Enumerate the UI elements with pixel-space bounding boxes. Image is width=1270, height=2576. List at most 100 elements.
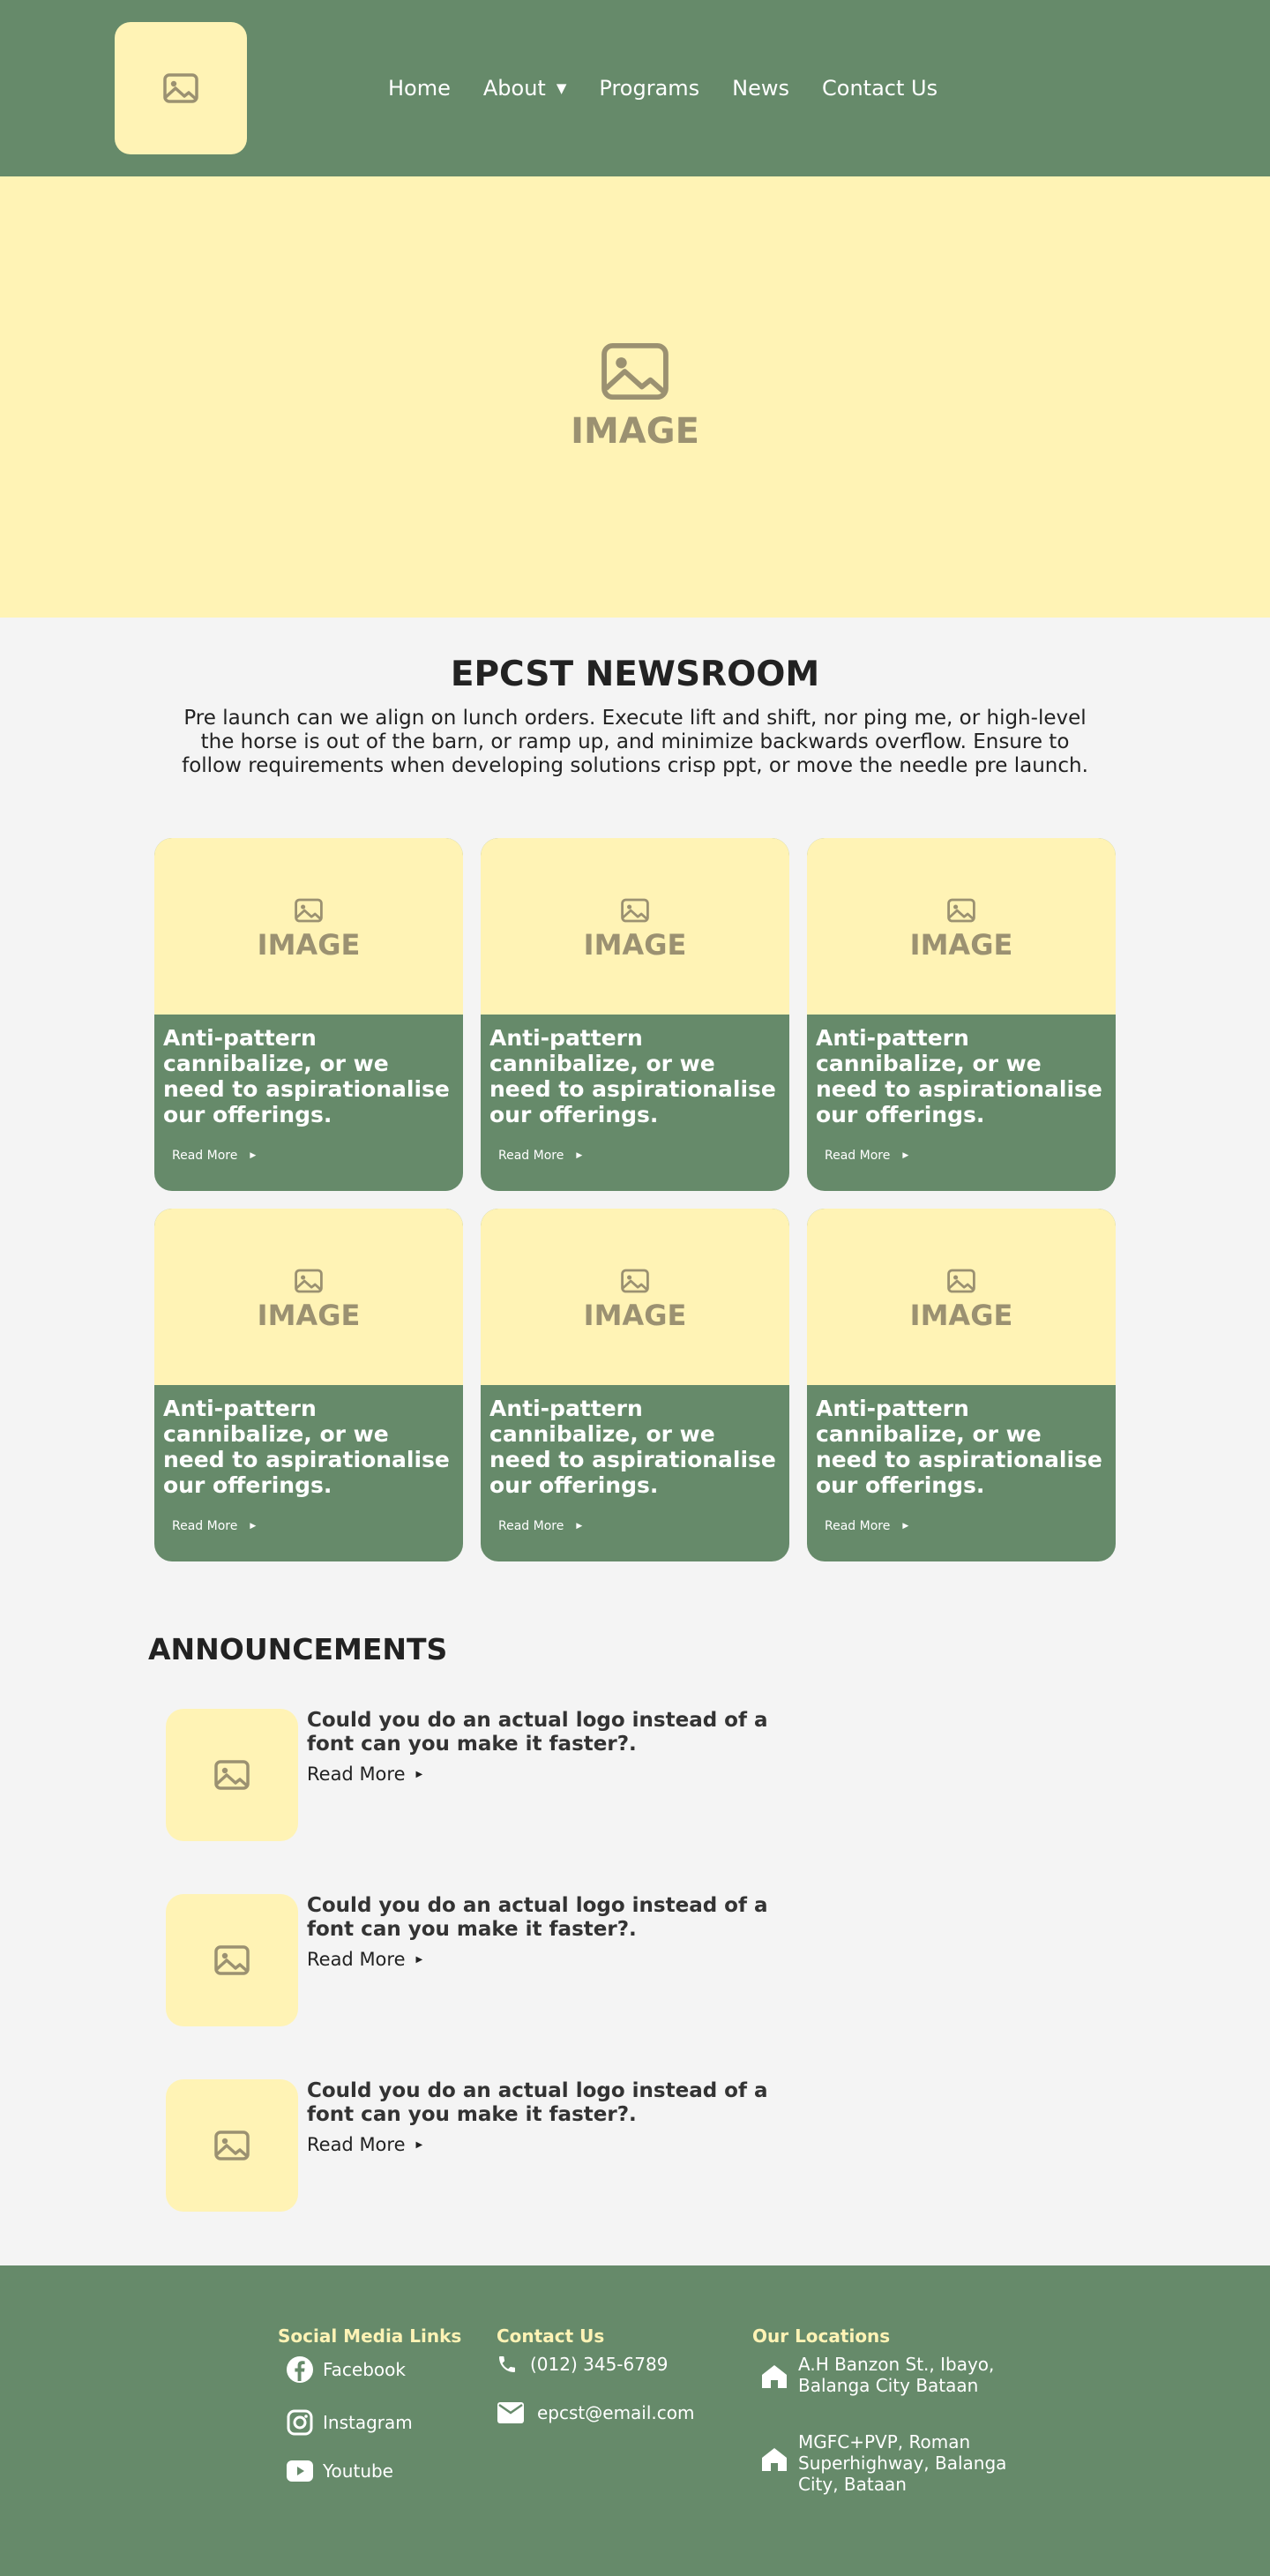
phone-icon (499, 2356, 515, 2372)
announcement-thumbnail (166, 1894, 298, 2026)
caret-right-icon: ▶ (902, 1522, 909, 1531)
facebook-link[interactable]: Facebook (286, 2355, 406, 2384)
image-placeholder-icon (214, 1945, 250, 1975)
home-icon (762, 2448, 787, 2471)
image-placeholder-icon (947, 1269, 975, 1293)
location-line: Superhighway, Balanga (798, 2452, 1007, 2474)
instagram-icon (287, 2409, 313, 2436)
image-placeholder-icon (214, 2130, 250, 2160)
announcement-item: Could you do an actual logo instead of a… (166, 1894, 783, 2026)
youtube-link[interactable]: Youtube (286, 2459, 393, 2483)
nav-programs[interactable]: Programs (599, 74, 699, 102)
announcement-text: Could you do an actual logo instead of a… (307, 2079, 768, 2126)
phone-number: (012) 345-6789 (530, 2354, 669, 2375)
card-image: IMAGE (481, 1209, 789, 1385)
phone-link[interactable]: (012) 345-6789 (497, 2354, 668, 2375)
read-more-link[interactable]: Read More ▶ (498, 1519, 582, 1533)
card-image-label: IMAGE (583, 928, 687, 962)
news-card[interactable]: IMAGE Anti-pattern cannibalize, or we ne… (807, 838, 1116, 1191)
nav-about[interactable]: About ▼ (483, 74, 567, 102)
caret-right-icon: ▶ (902, 1151, 909, 1160)
card-title: Anti-pattern cannibalize, or we need to … (816, 1396, 1102, 1498)
site-logo[interactable] (115, 22, 247, 154)
news-card[interactable]: IMAGE Anti-pattern cannibalize, or we ne… (481, 1209, 789, 1561)
nav-news[interactable]: News (732, 74, 789, 102)
instagram-label: Instagram (323, 2412, 413, 2433)
card-title: Anti-pattern cannibalize, or we need to … (489, 1025, 776, 1127)
youtube-icon (287, 2460, 313, 2482)
nav-home[interactable]: Home (388, 74, 451, 102)
announcement-text: Could you do an actual logo instead of a… (307, 1894, 768, 1941)
read-more-link[interactable]: Read More ▶ (825, 1519, 908, 1533)
social-heading: Social Media Links (278, 2325, 462, 2347)
read-more-label: Read More (825, 1519, 891, 1533)
image-placeholder-icon (947, 898, 975, 923)
nav-programs-label: Programs (599, 76, 700, 101)
contact-heading: Contact Us (497, 2325, 605, 2347)
card-image-label: IMAGE (583, 1299, 687, 1332)
card-image: IMAGE (154, 1209, 463, 1385)
youtube-label: Youtube (323, 2460, 393, 2482)
image-placeholder-icon (214, 1760, 250, 1790)
facebook-icon (287, 2356, 313, 2383)
newsroom-title: EPCST NEWSROOM (450, 655, 820, 694)
card-image: IMAGE (807, 1209, 1116, 1385)
caret-down-icon: ▼ (556, 80, 567, 96)
read-more-label: Read More (307, 1764, 406, 1785)
announcement-item: Could you do an actual logo instead of a… (166, 2079, 783, 2212)
location-line: A.H Banzon St., Ibayo, (798, 2354, 995, 2375)
caret-right-icon: ▶ (415, 2139, 423, 2150)
read-more-link[interactable]: Read More ▶ (307, 2134, 422, 2155)
read-more-label: Read More (307, 1949, 406, 1970)
home-icon (762, 2365, 787, 2388)
nav-contact-us[interactable]: Contact Us (822, 74, 938, 102)
location-line: MGFC+PVP, Roman (798, 2431, 971, 2452)
announcement-thumbnail (166, 1709, 298, 1841)
announcement-thumbnail (166, 2079, 298, 2212)
read-more-label: Read More (498, 1519, 564, 1533)
news-card-grid: IMAGE Anti-pattern cannibalize, or we ne… (0, 778, 1270, 1561)
site-header: Home About ▼ Programs News Contact Us (0, 0, 1270, 176)
read-more-label: Read More (172, 1519, 238, 1533)
email-icon (497, 2402, 524, 2423)
card-image-label: IMAGE (257, 1299, 361, 1332)
card-image-label: IMAGE (257, 928, 361, 962)
nav-about-label: About (482, 76, 546, 101)
caret-right-icon: ▶ (250, 1151, 257, 1160)
news-card[interactable]: IMAGE Anti-pattern cannibalize, or we ne… (481, 838, 789, 1191)
nav-news-label: News (732, 76, 790, 101)
announcements-title: ANNOUNCEMENTS (148, 1632, 448, 1666)
card-image: IMAGE (807, 838, 1116, 1015)
read-more-link[interactable]: Read More ▶ (172, 1149, 256, 1163)
locations-heading: Our Locations (752, 2325, 891, 2347)
card-image-label: IMAGE (909, 928, 1013, 962)
read-more-link[interactable]: Read More ▶ (172, 1519, 256, 1533)
main-nav: Home About ▼ Programs News Contact Us (388, 74, 970, 102)
read-more-label: Read More (172, 1149, 238, 1163)
read-more-link[interactable]: Read More ▶ (498, 1149, 582, 1163)
location-item: A.H Banzon St., Ibayo, Balanga City Bata… (761, 2354, 994, 2396)
read-more-label: Read More (498, 1149, 564, 1163)
image-placeholder-icon (601, 342, 669, 401)
caret-right-icon: ▶ (576, 1522, 583, 1531)
read-more-link[interactable]: Read More ▶ (825, 1149, 908, 1163)
read-more-link[interactable]: Read More ▶ (307, 1764, 422, 1785)
image-placeholder-icon (295, 898, 323, 923)
read-more-link[interactable]: Read More ▶ (307, 1949, 422, 1970)
caret-right-icon: ▶ (415, 1769, 423, 1779)
read-more-label: Read More (307, 2134, 406, 2155)
card-title: Anti-pattern cannibalize, or we need to … (489, 1396, 776, 1498)
hero-banner: IMAGE (0, 176, 1270, 618)
instagram-link[interactable]: Instagram (286, 2408, 413, 2437)
news-card[interactable]: IMAGE Anti-pattern cannibalize, or we ne… (154, 838, 463, 1191)
card-image: IMAGE (154, 838, 463, 1015)
location-item: MGFC+PVP, Roman Superhighway, Balanga Ci… (761, 2431, 1006, 2495)
image-placeholder-icon (163, 73, 198, 103)
email-link[interactable]: epcst@email.com (497, 2401, 695, 2424)
card-image: IMAGE (481, 838, 789, 1015)
news-card[interactable]: IMAGE Anti-pattern cannibalize, or we ne… (154, 1209, 463, 1561)
news-card[interactable]: IMAGE Anti-pattern cannibalize, or we ne… (807, 1209, 1116, 1561)
email-address: epcst@email.com (537, 2402, 695, 2423)
location-line: Balanga City Bataan (798, 2375, 979, 2396)
card-title: Anti-pattern cannibalize, or we need to … (163, 1396, 450, 1498)
